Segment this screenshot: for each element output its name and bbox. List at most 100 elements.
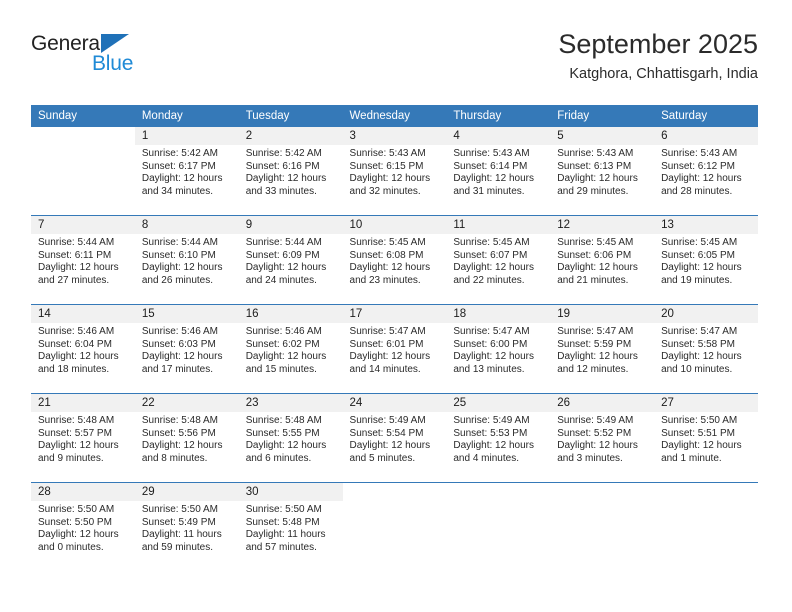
daylight-text-line2: and 18 minutes. [38, 363, 110, 375]
day-details: Sunrise: 5:43 AM Sunset: 6:13 PM Dayligh… [550, 145, 654, 198]
sunrise-text: Sunrise: 5:49 AM [453, 415, 530, 426]
day-cell-empty [31, 127, 135, 215]
day-details: Sunrise: 5:43 AM Sunset: 6:14 PM Dayligh… [446, 145, 550, 198]
day-number: 12 [550, 216, 655, 234]
sunset-text: Sunset: 6:12 PM [661, 160, 735, 172]
day-number: 3 [342, 127, 447, 145]
weekday-header-saturday: Saturday [654, 105, 758, 127]
sunset-text: Sunset: 5:54 PM [349, 427, 424, 439]
calendar-week-row: 7 Sunrise: 5:44 AM Sunset: 6:11 PM Dayli… [31, 215, 758, 305]
day-details: Sunrise: 5:46 AM Sunset: 6:04 PM Dayligh… [31, 323, 135, 376]
day-number: 7 [31, 216, 135, 234]
day-cell: 23 Sunrise: 5:48 AM Sunset: 5:55 PM Dayl… [238, 393, 343, 483]
day-details: Sunrise: 5:45 AM Sunset: 6:07 PM Dayligh… [446, 234, 550, 287]
sunset-text: Sunset: 6:05 PM [661, 249, 735, 261]
daylight-text-line1: Daylight: 12 hours [453, 173, 534, 185]
day-cell-content: 24 Sunrise: 5:49 AM Sunset: 5:54 PM Dayl… [342, 394, 447, 482]
day-cell-content: 27 Sunrise: 5:50 AM Sunset: 5:51 PM Dayl… [654, 394, 758, 482]
day-cell: 10 Sunrise: 5:45 AM Sunset: 6:08 PM Dayl… [342, 215, 447, 305]
day-cell: 15 Sunrise: 5:46 AM Sunset: 6:03 PM Dayl… [134, 304, 239, 394]
day-cell: 22 Sunrise: 5:48 AM Sunset: 5:56 PM Dayl… [134, 393, 239, 483]
day-details: Sunrise: 5:42 AM Sunset: 6:17 PM Dayligh… [135, 145, 239, 198]
day-number: 20 [654, 305, 758, 323]
daylight-text-line2: and 10 minutes. [661, 363, 733, 375]
day-cell: 20 Sunrise: 5:47 AM Sunset: 5:58 PM Dayl… [654, 304, 758, 394]
day-number: 4 [446, 127, 551, 145]
sunrise-text: Sunrise: 5:44 AM [245, 237, 322, 248]
daylight-text-line1: Daylight: 12 hours [661, 262, 742, 274]
sunrise-text: Sunrise: 5:48 AM [38, 415, 115, 426]
day-number: 25 [446, 394, 551, 412]
day-number: 29 [134, 483, 239, 501]
daylight-text-line1: Daylight: 12 hours [453, 262, 534, 274]
day-details: Sunrise: 5:49 AM Sunset: 5:54 PM Dayligh… [343, 412, 447, 465]
day-cell-content: 11 Sunrise: 5:45 AM Sunset: 6:07 PM Dayl… [446, 216, 551, 304]
day-number: 22 [134, 394, 239, 412]
day-details: Sunrise: 5:43 AM Sunset: 6:12 PM Dayligh… [654, 145, 758, 198]
day-number [31, 127, 135, 145]
daylight-text-line2: and 8 minutes. [141, 452, 208, 464]
brand-logo: General Blue [31, 32, 211, 88]
daylight-text-line1: Daylight: 12 hours [453, 351, 534, 363]
sunrise-text: Sunrise: 5:46 AM [38, 326, 115, 337]
daylight-text-line2: and 31 minutes. [453, 185, 525, 197]
day-details: Sunrise: 5:50 AM Sunset: 5:50 PM Dayligh… [31, 501, 135, 554]
day-cell: 8 Sunrise: 5:44 AM Sunset: 6:10 PM Dayli… [134, 215, 239, 305]
day-cell-content: 28 Sunrise: 5:50 AM Sunset: 5:50 PM Dayl… [31, 483, 135, 571]
daylight-text-line1: Daylight: 12 hours [245, 262, 327, 274]
daylight-text-line2: and 17 minutes. [141, 363, 214, 375]
daylight-text-line1: Daylight: 12 hours [349, 262, 431, 274]
day-cell-content: 16 Sunrise: 5:46 AM Sunset: 6:02 PM Dayl… [238, 305, 343, 393]
day-number: 8 [134, 216, 239, 234]
sunset-text: Sunset: 5:52 PM [557, 427, 632, 439]
day-number: 26 [550, 394, 655, 412]
day-cell-content: 23 Sunrise: 5:48 AM Sunset: 5:55 PM Dayl… [238, 394, 343, 482]
sunset-text: Sunset: 6:02 PM [245, 338, 320, 350]
sunset-text: Sunset: 6:09 PM [245, 249, 320, 261]
sunset-text: Sunset: 6:03 PM [141, 338, 216, 350]
sunrise-text: Sunrise: 5:46 AM [141, 326, 218, 337]
day-number: 9 [238, 216, 343, 234]
day-cell: 17 Sunrise: 5:47 AM Sunset: 6:01 PM Dayl… [342, 304, 447, 394]
day-cell: 18 Sunrise: 5:47 AM Sunset: 6:00 PM Dayl… [446, 304, 551, 394]
daylight-text-line2: and 4 minutes. [453, 452, 519, 464]
sunset-text: Sunset: 6:07 PM [453, 249, 528, 261]
day-number: 13 [654, 216, 758, 234]
calendar-week-row: 21 Sunrise: 5:48 AM Sunset: 5:57 PM Dayl… [31, 393, 758, 483]
daylight-text-line1: Daylight: 11 hours [141, 529, 222, 541]
day-cell-content: 14 Sunrise: 5:46 AM Sunset: 6:04 PM Dayl… [31, 305, 135, 393]
day-details: Sunrise: 5:48 AM Sunset: 5:56 PM Dayligh… [135, 412, 239, 465]
sunset-text: Sunset: 5:56 PM [141, 427, 216, 439]
day-cell [446, 482, 551, 571]
day-details: Sunrise: 5:44 AM Sunset: 6:09 PM Dayligh… [239, 234, 343, 287]
day-cell [550, 482, 655, 571]
daylight-text-line2: and 0 minutes. [38, 541, 104, 553]
sunset-text: Sunset: 6:17 PM [141, 160, 216, 172]
daylight-text-line2: and 26 minutes. [141, 274, 214, 286]
sunrise-sunset-calendar: Sunday Monday Tuesday Wednesday Thursday… [31, 105, 758, 571]
day-details: Sunrise: 5:43 AM Sunset: 6:15 PM Dayligh… [343, 145, 447, 198]
day-cell: 19 Sunrise: 5:47 AM Sunset: 5:59 PM Dayl… [550, 304, 655, 394]
daylight-text-line1: Daylight: 12 hours [661, 173, 742, 185]
weekday-header-thursday: Thursday [446, 105, 551, 127]
day-details: Sunrise: 5:47 AM Sunset: 6:01 PM Dayligh… [343, 323, 447, 376]
daylight-text-line1: Daylight: 12 hours [349, 173, 431, 185]
daylight-text-line1: Daylight: 12 hours [557, 262, 638, 274]
day-cell-content: 21 Sunrise: 5:48 AM Sunset: 5:57 PM Dayl… [31, 394, 135, 482]
day-cell: 5 Sunrise: 5:43 AM Sunset: 6:13 PM Dayli… [550, 127, 655, 216]
daylight-text-line2: and 22 minutes. [453, 274, 525, 286]
day-cell: 16 Sunrise: 5:46 AM Sunset: 6:02 PM Dayl… [238, 304, 343, 394]
day-details: Sunrise: 5:45 AM Sunset: 6:06 PM Dayligh… [550, 234, 654, 287]
day-cell-content: 29 Sunrise: 5:50 AM Sunset: 5:49 PM Dayl… [134, 483, 239, 571]
day-cell: 11 Sunrise: 5:45 AM Sunset: 6:07 PM Dayl… [446, 215, 551, 305]
day-details: Sunrise: 5:50 AM Sunset: 5:51 PM Dayligh… [654, 412, 758, 465]
sunrise-text: Sunrise: 5:43 AM [453, 148, 530, 159]
daylight-text-line2: and 59 minutes. [141, 541, 214, 553]
brand-blue-text: Blue [92, 52, 134, 75]
day-details: Sunrise: 5:44 AM Sunset: 6:11 PM Dayligh… [31, 234, 135, 287]
day-number: 2 [238, 127, 343, 145]
sunrise-text: Sunrise: 5:47 AM [557, 326, 634, 337]
day-number: 27 [654, 394, 758, 412]
day-cell: 2 Sunrise: 5:42 AM Sunset: 6:16 PM Dayli… [238, 127, 343, 216]
day-cell-content: 6 Sunrise: 5:43 AM Sunset: 6:12 PM Dayli… [654, 127, 758, 215]
